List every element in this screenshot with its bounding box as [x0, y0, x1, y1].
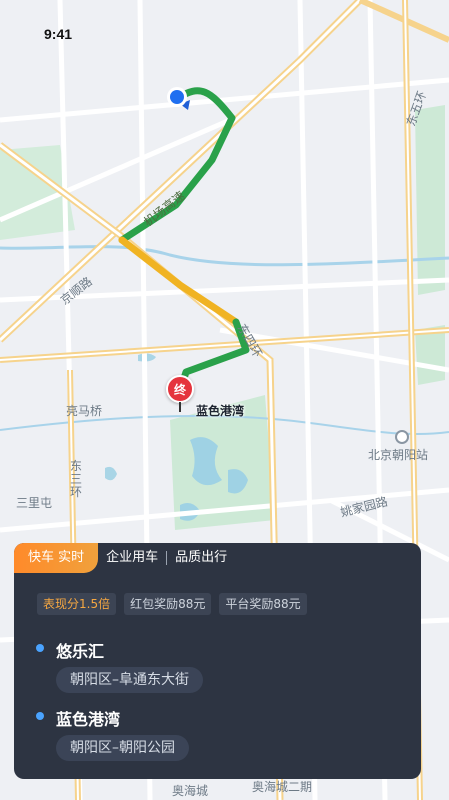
tag-platform: 平台奖励88元: [219, 593, 307, 615]
dropoff-address: 朝阳区–朝阳公园: [56, 735, 189, 761]
destination-marker-stem: [179, 402, 181, 412]
destination-label: 蓝色港湾: [196, 404, 245, 418]
tag-performance: 表现分1.5倍: [37, 593, 117, 615]
map-label-area: 三里屯: [16, 496, 53, 510]
park-area: [415, 105, 445, 295]
station-icon: [395, 430, 409, 444]
order-type-tabs: 快车 实时 企业用车 品质出行: [14, 543, 235, 573]
pickup-address: 朝阳区–阜通东大街: [56, 667, 203, 693]
tab-enterprise[interactable]: 企业用车: [98, 543, 166, 573]
map-label-road: 亮马桥: [66, 404, 103, 418]
tab-express-realtime[interactable]: 快车 实时: [14, 543, 99, 573]
map-label-area: 奥海城二期: [252, 780, 313, 794]
dropoff-dot-icon: [36, 712, 44, 720]
order-card[interactable]: 快车 实时 企业用车 品质出行 表现分1.5倍 红包奖励88元 平台奖励88元 …: [14, 543, 421, 779]
map-label-poi: 北京朝阳站: [368, 448, 429, 462]
status-bar-time: 9:41: [44, 26, 73, 42]
destination-marker-icon[interactable]: 终: [166, 375, 194, 403]
current-location-icon[interactable]: [166, 86, 192, 112]
reward-tags: 表现分1.5倍 红包奖励88元 平台奖励88元: [37, 593, 307, 615]
pickup-name: 悠乐汇: [56, 642, 105, 661]
tag-red-packet: 红包奖励88元: [124, 593, 212, 615]
map-label-road: 东三环: [70, 459, 83, 499]
dropoff-name: 蓝色港湾: [56, 710, 121, 729]
tab-premium[interactable]: 品质出行: [167, 543, 235, 573]
map-label-poi: 奥海城: [172, 784, 209, 798]
pickup-dot-icon: [36, 644, 44, 652]
